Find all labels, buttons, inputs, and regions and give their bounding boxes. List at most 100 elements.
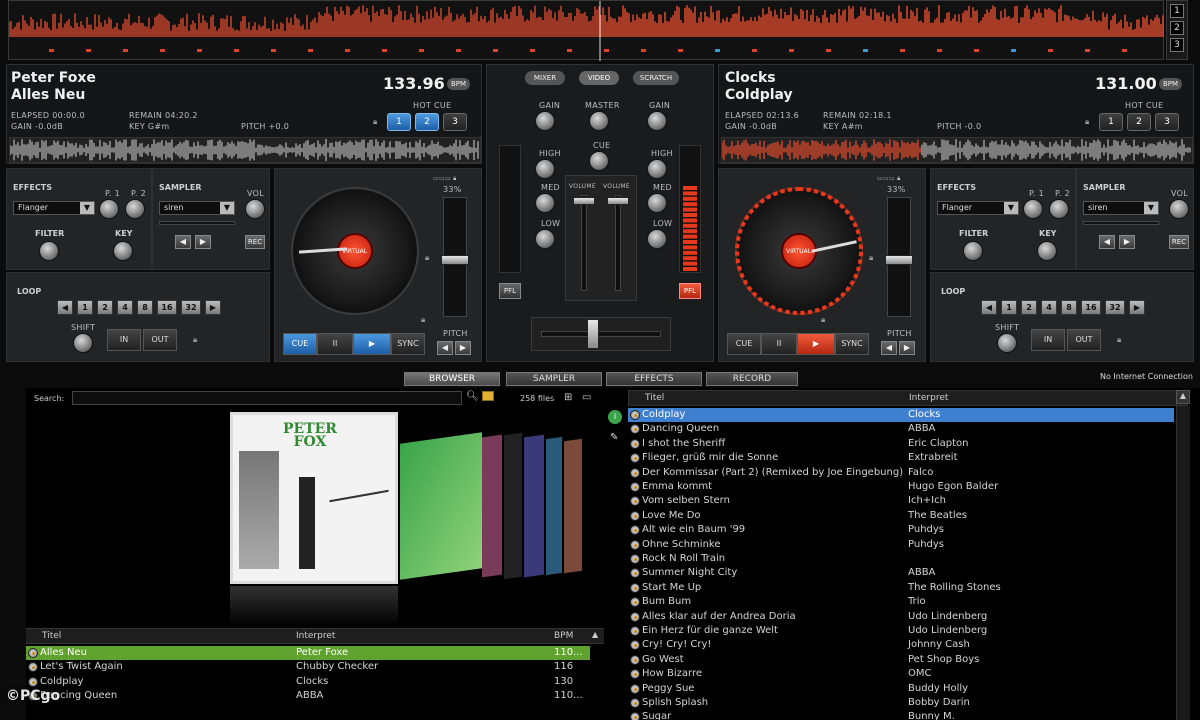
monitor-icon[interactable]: ▭: [582, 392, 591, 403]
deck-right-pitch-fader-handle[interactable]: [885, 255, 913, 265]
table-row[interactable]: Peggy Sue Buddy Holly: [628, 682, 1174, 696]
loop-prev-button[interactable]: ◀: [981, 300, 997, 315]
search-icon[interactable]: 🔍︎: [466, 391, 479, 402]
deck-left-bpm-tag[interactable]: BPM: [447, 78, 471, 90]
deck-left-pitch-fader-handle[interactable]: [441, 255, 469, 265]
pfl-right-button[interactable]: PFL: [679, 283, 701, 299]
deck-left-key-knob[interactable]: [113, 241, 133, 261]
deck-right-p1-knob[interactable]: [1023, 199, 1043, 219]
table-row[interactable]: Flieger, grüß mir die Sonne Extrabreit: [628, 451, 1174, 465]
deck-right-bpm-tag[interactable]: BPM: [1159, 78, 1183, 90]
cue-mix-knob[interactable]: [589, 151, 609, 171]
deck-left-waveform[interactable]: [9, 137, 481, 163]
folder-icon[interactable]: [482, 391, 494, 401]
table-row[interactable]: Go West Pet Shop Boys: [628, 653, 1174, 667]
table-row[interactable]: Ohne Schminke Puhdys: [628, 538, 1174, 552]
overview-waveform[interactable]: [8, 0, 1164, 61]
table-row[interactable]: Alt wie ein Baum '99 Puhdys: [628, 523, 1174, 537]
pitch-bend-up-button[interactable]: ▶: [455, 341, 471, 355]
lock-icon[interactable]: 🔒︎: [821, 315, 826, 325]
volume-fader-right-handle[interactable]: [607, 197, 629, 205]
deck-left-sync-button[interactable]: SYNC: [391, 333, 425, 355]
table-row[interactable]: Start Me Up The Rolling Stones: [628, 581, 1174, 595]
tab-mixer[interactable]: MIXER: [525, 71, 565, 85]
deck-right-p2-knob[interactable]: [1049, 199, 1069, 219]
sampler-next-button[interactable]: ▶: [1119, 235, 1135, 249]
gain-knob-right[interactable]: [647, 111, 667, 131]
pfl-left-button[interactable]: PFL: [499, 283, 521, 299]
loop-prev-button[interactable]: ◀: [57, 300, 73, 315]
table-row[interactable]: Rock N Roll Train: [628, 552, 1174, 566]
loop-2-button[interactable]: 2: [97, 300, 113, 315]
album-cover-3[interactable]: [482, 434, 502, 578]
deck-left-effect-select[interactable]: Flanger ▼: [13, 201, 95, 215]
table-row[interactable]: Ein Herz für die ganze Welt Udo Lindenber…: [628, 624, 1174, 638]
deck-right-sampler-vol-knob[interactable]: [1169, 199, 1189, 219]
volume-fader-left[interactable]: [581, 195, 587, 291]
deck-left-hot-cue-3[interactable]: 3: [443, 113, 467, 131]
deck-right-pause-button[interactable]: II: [761, 333, 797, 355]
column-header-artist[interactable]: Interpret: [296, 631, 335, 641]
table-row[interactable]: Splish Splash Bobby Darin: [628, 696, 1174, 710]
deck-left-sampler-vol-knob[interactable]: [245, 199, 265, 219]
table-row[interactable]: Let's Twist Again Chubby Checker 116: [26, 660, 590, 674]
deck-right-hot-cue-3[interactable]: 3: [1155, 113, 1179, 131]
loop-4-button[interactable]: 4: [117, 300, 133, 315]
pitch-bend-down-button[interactable]: ◀: [437, 341, 453, 355]
table-row[interactable]: Alles klar auf der Andrea Doria Udo Linde…: [628, 610, 1174, 624]
deck-left-hot-cue-2[interactable]: 2: [415, 113, 439, 131]
lock-icon[interactable]: 🔒︎: [193, 335, 198, 345]
sampler-prev-button[interactable]: ◀: [1099, 235, 1115, 249]
column-header-bpm[interactable]: BPM: [554, 631, 573, 641]
sort-arrow-icon[interactable]: ▲: [592, 630, 598, 639]
loop-1-button[interactable]: 1: [1001, 300, 1017, 315]
deck-right-sampler-select[interactable]: siren ▼: [1083, 201, 1159, 215]
album-cover-2[interactable]: [400, 432, 482, 580]
deck-right-cue-button[interactable]: CUE: [727, 333, 761, 355]
deck-right-hot-cue-2[interactable]: 2: [1127, 113, 1151, 131]
album-cover-5[interactable]: [524, 434, 544, 578]
zoom-button-2[interactable]: 2: [1170, 21, 1184, 35]
album-cover-main[interactable]: PETER FOX: [230, 412, 398, 584]
loop-next-button[interactable]: ▶: [205, 300, 221, 315]
volume-fader-left-handle[interactable]: [573, 197, 595, 205]
column-header-title[interactable]: Titel: [42, 631, 61, 641]
deck-left-hot-cue-1[interactable]: 1: [387, 113, 411, 131]
loop-4-button[interactable]: 4: [1041, 300, 1057, 315]
loop-out-button[interactable]: OUT: [143, 329, 177, 351]
table-row[interactable]: How Bizarre OMC: [628, 667, 1174, 681]
info-icon[interactable]: i: [608, 410, 622, 424]
deck-left-sampler-select[interactable]: siren ▼: [159, 201, 235, 215]
deck-right-waveform[interactable]: [721, 137, 1193, 163]
crossfader-handle[interactable]: [587, 319, 599, 349]
master-knob[interactable]: [589, 111, 609, 131]
column-header-artist[interactable]: Interpret: [909, 393, 948, 403]
deck-right-shift-knob[interactable]: [997, 333, 1017, 353]
loop-8-button[interactable]: 8: [137, 300, 153, 315]
search-input[interactable]: [72, 391, 462, 405]
table-row[interactable]: Sugar Bunny M.: [628, 710, 1174, 720]
tab-effects[interactable]: EFFECTS: [606, 372, 702, 386]
deck-right-effect-select[interactable]: Flanger ▼: [937, 201, 1019, 215]
scroll-up-icon[interactable]: ▲: [1176, 390, 1190, 404]
lock-icon[interactable]: 🔒︎: [1117, 335, 1122, 345]
column-header-title[interactable]: Titel: [645, 393, 664, 403]
low-knob-right[interactable]: [647, 229, 667, 249]
table-row[interactable]: Emma kommt Hugo Egon Balder: [628, 480, 1174, 494]
table-row[interactable]: Coldplay Clocks: [628, 408, 1174, 423]
tab-record[interactable]: RECORD: [706, 372, 798, 386]
table-row[interactable]: Love Me Do The Beatles: [628, 509, 1174, 523]
loop-out-button[interactable]: OUT: [1067, 329, 1101, 351]
pitch-bend-down-button[interactable]: ◀: [881, 341, 897, 355]
table-row[interactable]: I shot the Sheriff Eric Clapton: [628, 437, 1174, 451]
loop-32-button[interactable]: 32: [1105, 300, 1125, 315]
sampler-next-button[interactable]: ▶: [195, 235, 211, 249]
loop-in-button[interactable]: IN: [107, 329, 141, 351]
loop-16-button[interactable]: 16: [157, 300, 177, 315]
lock-icon[interactable]: 🔒︎: [1085, 117, 1090, 127]
album-cover-6[interactable]: [546, 436, 562, 576]
deck-left-shift-knob[interactable]: [73, 333, 93, 353]
view-toggle-icon[interactable]: ⊞: [564, 392, 572, 403]
sampler-prev-button[interactable]: ◀: [175, 235, 191, 249]
lock-icon[interactable]: 🔒︎: [373, 117, 378, 127]
